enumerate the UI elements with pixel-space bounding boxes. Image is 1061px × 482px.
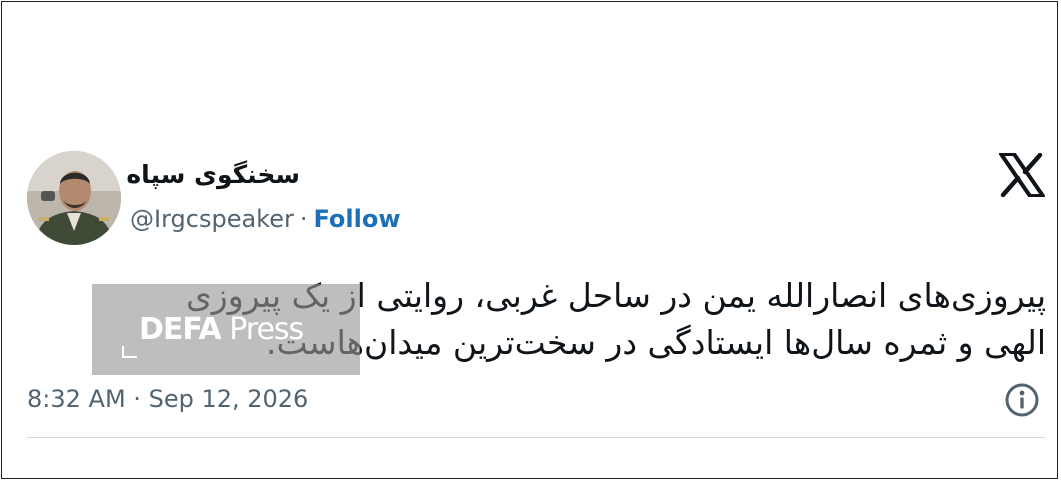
- tweet-date: Sep 12, 2026: [148, 385, 309, 413]
- handle[interactable]: @Irgcspeaker: [130, 205, 294, 233]
- avatar[interactable]: [27, 151, 121, 245]
- handle-separator: ·: [299, 205, 308, 233]
- info-icon[interactable]: [1004, 382, 1040, 418]
- x-logo-icon-svg: [999, 152, 1045, 198]
- divider: [27, 437, 1045, 438]
- watermark-overlay: DEFA Press: [92, 284, 360, 375]
- watermark-text: DEFA Press: [139, 312, 304, 347]
- watermark-corner-mark: [122, 346, 137, 358]
- tweet-card: سخنگوی سپاه @Irgcspeaker · Follow پیروزی…: [1, 1, 1058, 479]
- timestamp[interactable]: 8:32 AM · Sep 12, 2026: [27, 385, 308, 413]
- watermark-brand: DEFA: [139, 312, 222, 347]
- x-logo-icon[interactable]: [999, 152, 1045, 198]
- handle-row: @Irgcspeaker · Follow: [130, 205, 401, 233]
- avatar-image: [27, 151, 121, 245]
- display-name[interactable]: سخنگوی سپاه: [126, 160, 300, 189]
- follow-button[interactable]: Follow: [313, 205, 400, 233]
- watermark-suffix: Press: [220, 312, 304, 347]
- info-icon-svg: [1005, 383, 1039, 417]
- tweet-time: 8:32 AM: [27, 385, 126, 413]
- timestamp-separator: ·: [133, 385, 141, 413]
